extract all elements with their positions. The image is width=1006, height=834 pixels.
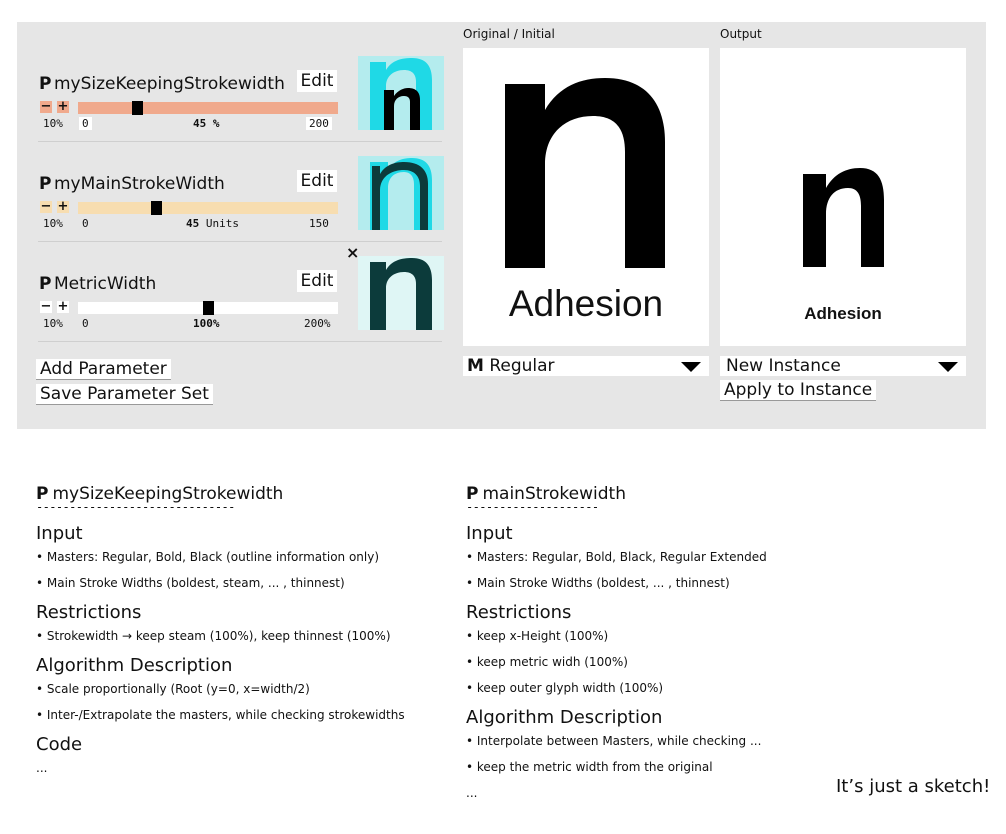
bullet: • Masters: Regular, Bold, Black, Regular… <box>466 550 767 564</box>
increment-button[interactable]: + <box>57 100 69 113</box>
apply-to-instance-button[interactable]: Apply to Instance <box>720 380 877 401</box>
range-end-label: 200% <box>304 317 331 330</box>
range-end-label: 150 <box>309 217 329 230</box>
unit-label: % <box>212 317 220 330</box>
min-label: 10% <box>43 217 63 230</box>
bullet: ... <box>36 761 48 775</box>
doc-column: PmainStrokewidth -------------------- In… <box>466 484 886 812</box>
doc-title-underline: -------------------- <box>466 500 599 514</box>
chevron-down-icon <box>681 362 701 372</box>
edit-button[interactable]: Edit <box>297 170 337 192</box>
bullet: • Main Stroke Widths (boldest, steam, ..… <box>36 576 345 590</box>
save-parameter-set-button[interactable]: Save Parameter Set <box>36 384 213 405</box>
param-type-marker: P <box>39 74 52 94</box>
param-type-marker: P <box>39 174 52 194</box>
decrement-button[interactable]: − <box>40 300 52 313</box>
section-heading: Algorithm Description <box>466 707 663 728</box>
bullet: • Interpolate between Masters, while che… <box>466 734 762 748</box>
bullet: • keep x-Height (100%) <box>466 629 609 643</box>
range-end-label: 200 <box>306 117 332 130</box>
range-start-label: 0 <box>82 317 89 330</box>
row-divider <box>38 341 442 342</box>
output-viewer-label: Output <box>720 27 762 41</box>
master-marker: M <box>467 356 484 376</box>
slider-handle[interactable] <box>151 201 162 215</box>
original-sample-word: Adhesion <box>508 283 664 324</box>
n-glyph-icon <box>358 56 444 130</box>
decrement-button[interactable]: − <box>40 100 52 113</box>
range-start-label: 0 <box>79 117 92 130</box>
bullet: • keep metric widh (100%) <box>466 655 628 669</box>
edit-button[interactable]: Edit <box>297 270 337 292</box>
original-preview: Adhesion <box>463 48 709 346</box>
parameter-panel: P mySizeKeepingStrokewidth Edit − + 10% … <box>17 22 986 429</box>
value-number: 45 <box>186 217 200 230</box>
bullet: • keep outer glyph width (100%) <box>466 681 664 695</box>
master-select-value: Regular <box>489 356 555 376</box>
add-parameter-button[interactable]: Add Parameter <box>36 359 171 380</box>
original-viewer-label: Original / Initial <box>463 27 555 41</box>
param-slider[interactable] <box>78 101 338 115</box>
param-name: MetricWidth <box>54 274 157 294</box>
param-slider[interactable] <box>78 201 338 215</box>
unit-label: Units <box>205 217 239 230</box>
section-heading: Restrictions <box>36 602 142 623</box>
bullet: • Inter-/Extrapolate the masters, while … <box>36 708 405 722</box>
doc-column: PmySizeKeepingStrokewidth --------------… <box>36 484 456 787</box>
slider-handle[interactable] <box>131 101 143 115</box>
section-heading: Algorithm Description <box>36 655 233 676</box>
sketch-note: It’s just a sketch! <box>836 776 991 797</box>
edit-button[interactable]: Edit <box>297 70 337 92</box>
param-name: mySizeKeepingStrokewidth <box>54 74 285 94</box>
bullet: • keep the metric width from the origina… <box>466 760 713 774</box>
section-heading: Input <box>466 523 513 544</box>
row-divider <box>38 141 442 142</box>
bullet: ... <box>466 786 478 800</box>
section-heading: Input <box>36 523 83 544</box>
output-glyph-n <box>803 168 884 267</box>
output-preview: Adhesion <box>720 48 966 346</box>
bullet: • Scale proportionally (Root (y=0, x=wid… <box>36 682 310 696</box>
range-start-label: 0 <box>82 217 89 230</box>
glyph-preview-thumbnail[interactable] <box>358 256 444 330</box>
slider-handle[interactable] <box>203 301 214 315</box>
instance-select[interactable]: New Instance <box>720 356 966 376</box>
value-label: 45 % <box>193 117 220 130</box>
output-sample-word: Adhesion <box>804 304 882 323</box>
increment-button[interactable]: + <box>57 300 69 313</box>
instance-select-value: New Instance <box>726 356 841 376</box>
bullet: • Strokewidth → keep steam (100%), keep … <box>36 629 391 643</box>
n-glyph-icon <box>358 156 444 230</box>
param-type-marker: P <box>39 274 52 294</box>
decrement-button[interactable]: − <box>40 200 52 213</box>
glyph-preview-thumbnail[interactable] <box>358 156 444 230</box>
value-label: 100% <box>193 317 220 330</box>
chevron-down-icon <box>938 362 958 372</box>
bullet: • Main Stroke Widths (boldest, ... , thi… <box>466 576 730 590</box>
unit-label: % <box>212 117 220 130</box>
master-select[interactable]: M Regular <box>463 356 709 376</box>
param-slider[interactable] <box>78 301 338 315</box>
section-heading: Code <box>36 734 83 755</box>
glyph-preview-thumbnail[interactable] <box>358 56 444 130</box>
bullet: • Masters: Regular, Bold, Black (outline… <box>36 550 380 564</box>
value-label: 45 Units <box>186 217 239 230</box>
n-glyph-icon <box>358 256 444 330</box>
value-number: 100 <box>193 317 213 330</box>
param-name: myMainStrokeWidth <box>54 174 225 194</box>
row-divider <box>38 241 442 242</box>
min-label: 10% <box>43 117 63 130</box>
section-heading: Restrictions <box>466 602 572 623</box>
min-label: 10% <box>43 317 63 330</box>
increment-button[interactable]: + <box>57 200 69 213</box>
value-number: 45 <box>193 117 207 130</box>
